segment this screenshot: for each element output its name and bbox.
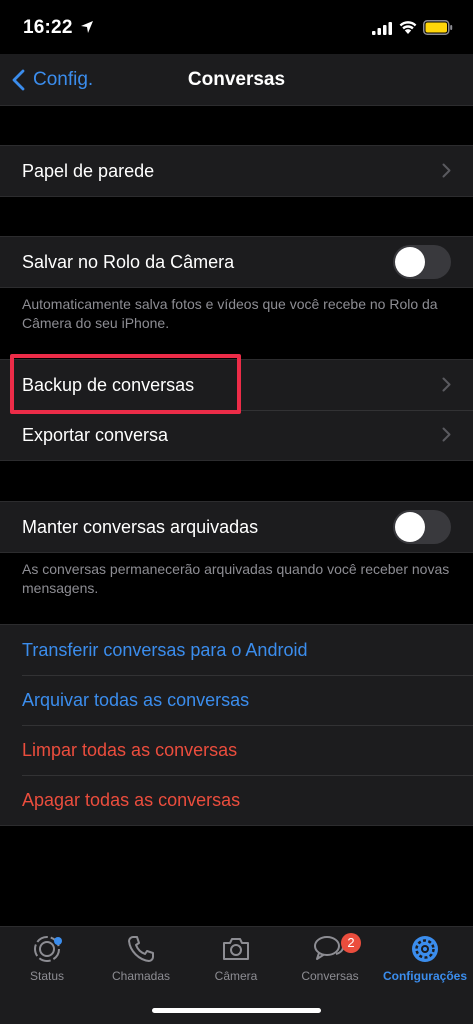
tab-settings-label: Configurações xyxy=(382,969,467,983)
tab-settings[interactable]: Configurações xyxy=(378,933,472,983)
status-bar: 16:22 xyxy=(0,0,473,54)
clear-all-label: Limpar todas as conversas xyxy=(22,739,238,760)
archived-toggle[interactable] xyxy=(393,510,451,544)
page-title: Conversas xyxy=(187,69,286,90)
archived-group: Manter conversas arquivadas xyxy=(0,501,473,553)
camera-roll-group: Salvar no Rolo da Câmera xyxy=(0,236,473,288)
tab-camera[interactable]: Câmera xyxy=(189,933,283,983)
delete-all-row[interactable]: Apagar todas as conversas xyxy=(0,775,473,825)
location-arrow-icon xyxy=(81,21,93,33)
chevron-right-icon xyxy=(442,427,451,442)
transfer-android-row[interactable]: Transferir conversas para o Android xyxy=(0,625,473,675)
backup-row[interactable]: Backup de conversas xyxy=(0,360,473,410)
export-row[interactable]: Exportar conversa xyxy=(0,410,473,460)
backup-export-group: Backup de conversas Exportar conversa xyxy=(0,359,473,461)
camera-roll-row: Salvar no Rolo da Câmera xyxy=(0,237,473,287)
status-unread-dot xyxy=(54,937,62,945)
tab-chats[interactable]: 2 Conversas xyxy=(283,933,377,983)
navigation-bar: Config. Conversas xyxy=(0,54,473,106)
archived-note: As conversas permanecerão arquivadas qua… xyxy=(22,561,450,596)
camera-roll-toggle[interactable] xyxy=(393,245,451,279)
wifi-icon xyxy=(399,21,417,34)
status-time: 16:22 xyxy=(23,17,73,38)
archive-all-row[interactable]: Arquivar todas as conversas xyxy=(0,675,473,725)
tab-chats-label: Conversas xyxy=(301,969,359,983)
clear-all-row[interactable]: Limpar todas as conversas xyxy=(0,725,473,775)
wallpaper-label: Papel de parede xyxy=(22,160,155,181)
actions-group: Transferir conversas para o Android Arqu… xyxy=(0,624,473,826)
cellular-signal-icon xyxy=(372,22,392,35)
tab-camera-label: Câmera xyxy=(214,969,258,983)
tab-calls-label: Chamadas xyxy=(111,969,171,983)
export-label: Exportar conversa xyxy=(22,424,169,445)
tab-status-label: Status xyxy=(29,969,65,983)
archive-all-label: Arquivar todas as conversas xyxy=(22,689,250,710)
gear-icon xyxy=(412,936,438,962)
tab-calls[interactable]: Chamadas xyxy=(94,933,188,983)
chevron-right-icon xyxy=(442,163,451,178)
camera-roll-label: Salvar no Rolo da Câmera xyxy=(22,251,235,272)
chevron-right-icon xyxy=(442,377,451,392)
toggle-knob xyxy=(395,512,425,542)
wallpaper-row[interactable]: Papel de parede xyxy=(0,146,473,196)
camera-icon xyxy=(223,938,249,960)
tab-status[interactable]: Status xyxy=(0,933,94,983)
delete-all-label: Apagar todas as conversas xyxy=(22,789,241,810)
transfer-android-label: Transferir conversas para o Android xyxy=(22,639,308,660)
battery-icon xyxy=(423,20,453,35)
chats-badge: 2 xyxy=(341,933,361,953)
archived-label: Manter conversas arquivadas xyxy=(22,516,259,537)
backup-label: Backup de conversas xyxy=(22,374,195,395)
wallpaper-group: Papel de parede xyxy=(0,145,473,197)
home-indicator xyxy=(152,1008,321,1013)
toggle-knob xyxy=(395,247,425,277)
camera-roll-note: Automaticamente salva fotos e vídeos que… xyxy=(22,296,438,331)
archived-row: Manter conversas arquivadas xyxy=(0,502,473,552)
phone-icon xyxy=(128,936,154,962)
